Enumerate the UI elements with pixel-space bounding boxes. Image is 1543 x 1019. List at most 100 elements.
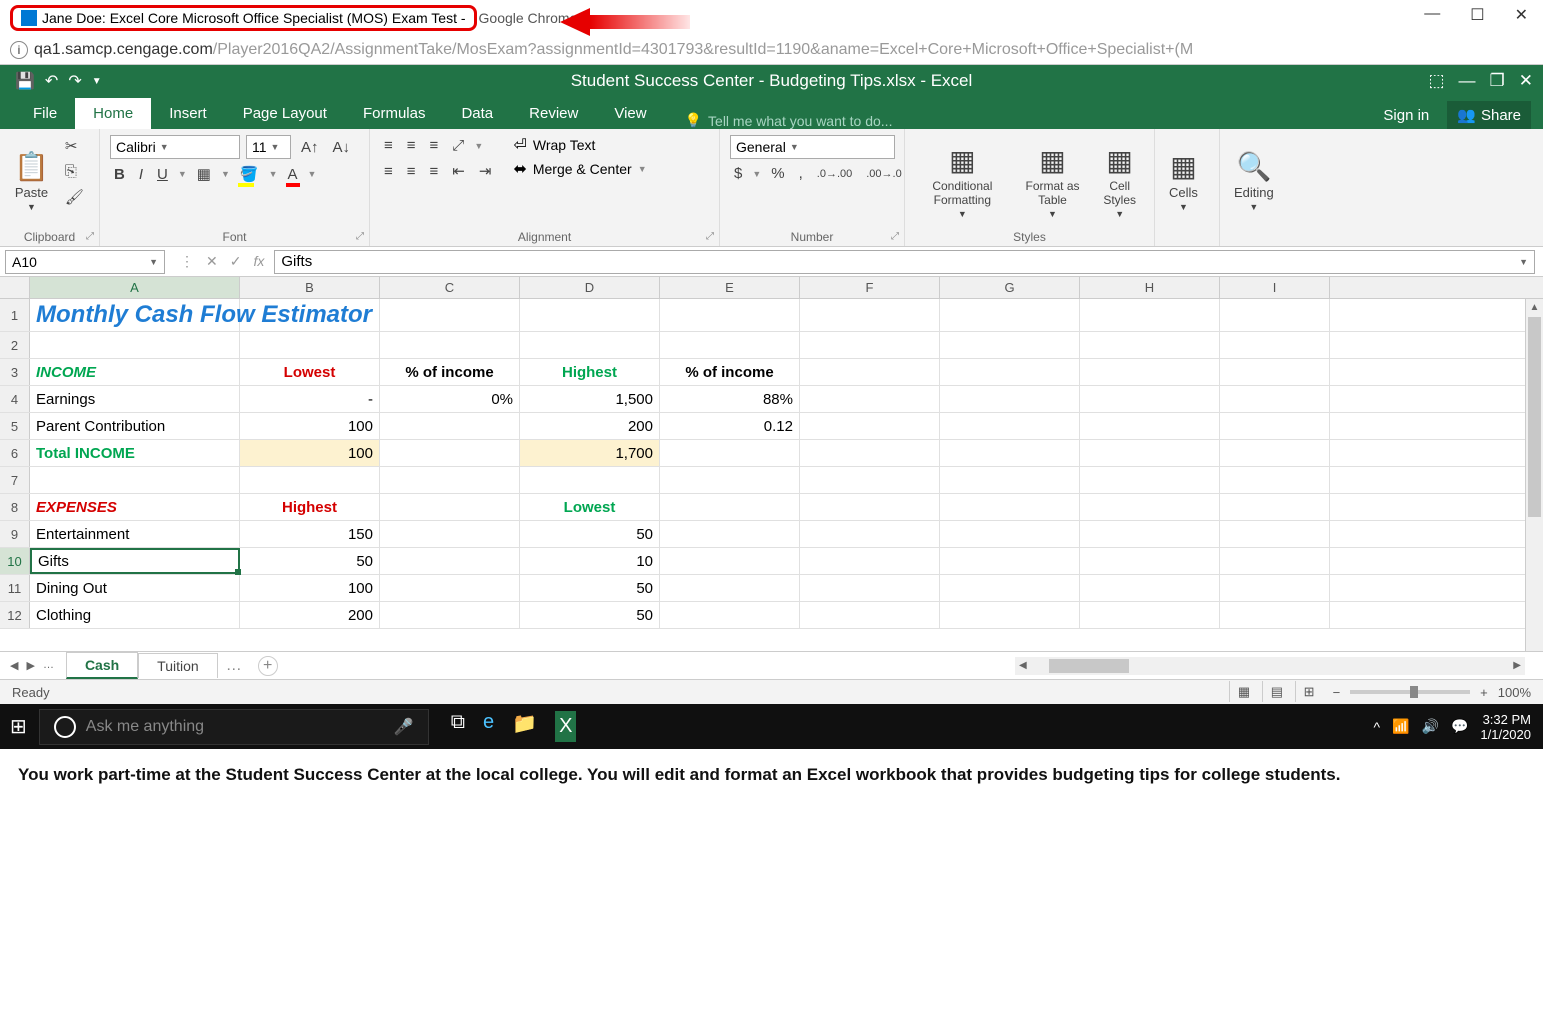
tab-file[interactable]: File (15, 98, 75, 129)
share-button[interactable]: 👥 Share (1447, 101, 1531, 129)
cell-B6[interactable]: 100 (240, 440, 380, 466)
cell-B11[interactable]: 100 (240, 575, 380, 601)
cell-A3[interactable]: INCOME (30, 359, 240, 385)
cancel-formula-icon[interactable]: ✕ (206, 253, 218, 270)
sheet-tab-cash[interactable]: Cash (66, 652, 138, 679)
cell-F5[interactable] (800, 413, 940, 439)
cell-B2[interactable] (240, 332, 380, 358)
cell-H5[interactable] (1080, 413, 1220, 439)
italic-button[interactable]: I (135, 164, 147, 185)
row-header-1[interactable]: 1 (0, 299, 30, 331)
cell-E4[interactable]: 88% (660, 386, 800, 412)
paste-button[interactable]: 📋 Paste ▼ (10, 135, 53, 227)
cell-A4[interactable]: Earnings (30, 386, 240, 412)
cell-H11[interactable] (1080, 575, 1220, 601)
row-header-5[interactable]: 5 (0, 413, 30, 439)
comma-icon[interactable]: , (795, 163, 807, 184)
sheet-nav-ellipsis[interactable]: … (43, 659, 54, 672)
zoom-percent[interactable]: 100% (1498, 685, 1531, 700)
excel-close-button[interactable]: ✕ (1519, 71, 1533, 91)
enter-formula-icon[interactable]: ✓ (230, 253, 242, 270)
cell-F2[interactable] (800, 332, 940, 358)
column-header-F[interactable]: F (800, 277, 940, 298)
increase-decimal-icon[interactable]: .0→.00 (813, 166, 856, 182)
wifi-icon[interactable]: 📶 (1392, 718, 1409, 735)
cell-E6[interactable] (660, 440, 800, 466)
cell-I12[interactable] (1220, 602, 1330, 628)
tab-home[interactable]: Home (75, 98, 151, 129)
cell-F3[interactable] (800, 359, 940, 385)
page-layout-view-icon[interactable]: ▤ (1262, 681, 1291, 702)
new-sheet-button[interactable]: + (258, 656, 278, 676)
cell-C7[interactable] (380, 467, 520, 493)
cell-E10[interactable] (660, 548, 800, 574)
editing-button[interactable]: 🔍 Editing▼ (1230, 135, 1278, 227)
number-format-combo[interactable]: General▼ (730, 135, 895, 159)
font-dialog-launcher[interactable]: ⤢ (356, 231, 364, 242)
cell-A7[interactable] (30, 467, 240, 493)
formula-input[interactable]: Gifts ▼ (274, 250, 1535, 274)
select-all-corner[interactable] (0, 277, 30, 298)
fill-color-icon[interactable]: 🪣 (236, 163, 263, 185)
column-header-A[interactable]: A (30, 277, 240, 298)
align-center-icon[interactable]: ≡ (403, 161, 420, 182)
sheet-ellipsis-2[interactable]: … (226, 657, 242, 675)
row-header-7[interactable]: 7 (0, 467, 30, 493)
cell-I3[interactable] (1220, 359, 1330, 385)
cell-C2[interactable] (380, 332, 520, 358)
column-header-G[interactable]: G (940, 277, 1080, 298)
cell-I11[interactable] (1220, 575, 1330, 601)
cell-H9[interactable] (1080, 521, 1220, 547)
cell-E8[interactable] (660, 494, 800, 520)
cell-E3[interactable]: % of income (660, 359, 800, 385)
increase-font-icon[interactable]: A↑ (297, 137, 323, 158)
cell-B1[interactable] (240, 299, 380, 331)
cell-D12[interactable]: 50 (520, 602, 660, 628)
cell-B3[interactable]: Lowest (240, 359, 380, 385)
cell-A11[interactable]: Dining Out (30, 575, 240, 601)
tab-formulas[interactable]: Formulas (345, 98, 444, 129)
spreadsheet-grid[interactable]: ABCDEFGHI 1Monthly Cash Flow Estimator23… (0, 277, 1543, 651)
tab-review[interactable]: Review (511, 98, 596, 129)
hscroll-thumb[interactable] (1049, 659, 1129, 673)
cell-E5[interactable]: 0.12 (660, 413, 800, 439)
cell-H8[interactable] (1080, 494, 1220, 520)
cell-E7[interactable] (660, 467, 800, 493)
cell-G1[interactable] (940, 299, 1080, 331)
sheet-nav-next-icon[interactable]: ▶ (26, 659, 34, 672)
cell-E11[interactable] (660, 575, 800, 601)
hscroll-left-icon[interactable]: ◀ (1015, 660, 1031, 671)
row-header-4[interactable]: 4 (0, 386, 30, 412)
font-color-icon[interactable]: A (284, 164, 302, 185)
cell-F4[interactable] (800, 386, 940, 412)
tray-chevron-icon[interactable]: ^ (1374, 719, 1381, 735)
tell-me-search[interactable]: 💡 Tell me what you want to do... (685, 112, 893, 129)
cell-H3[interactable] (1080, 359, 1220, 385)
start-button[interactable]: ⊞ (10, 714, 27, 739)
horizontal-scrollbar[interactable]: ◀ ▶ (1015, 657, 1525, 675)
undo-icon[interactable]: ↶ (45, 71, 58, 91)
number-dialog-launcher[interactable]: ⤢ (891, 231, 899, 242)
cell-C5[interactable] (380, 413, 520, 439)
task-view-icon[interactable]: ⧉ (451, 711, 465, 742)
cell-C8[interactable] (380, 494, 520, 520)
site-info-icon[interactable]: i (10, 41, 28, 59)
cell-C3[interactable]: % of income (380, 359, 520, 385)
formula-expand-icon[interactable]: ▼ (1519, 257, 1528, 267)
insert-function-icon[interactable]: fx (253, 253, 264, 270)
scroll-thumb[interactable] (1528, 317, 1541, 517)
borders-icon[interactable]: ▦ (193, 163, 215, 185)
tab-page-layout[interactable]: Page Layout (225, 98, 345, 129)
cell-F1[interactable] (800, 299, 940, 331)
redo-icon[interactable]: ↷ (68, 71, 81, 91)
cell-D6[interactable]: 1,700 (520, 440, 660, 466)
row-header-12[interactable]: 12 (0, 602, 30, 628)
cell-A8[interactable]: EXPENSES (30, 494, 240, 520)
cell-I7[interactable] (1220, 467, 1330, 493)
cell-G10[interactable] (940, 548, 1080, 574)
cell-D2[interactable] (520, 332, 660, 358)
cell-H4[interactable] (1080, 386, 1220, 412)
cell-B9[interactable]: 150 (240, 521, 380, 547)
format-as-table-button[interactable]: ▦ Format as Table▼ (1018, 135, 1088, 227)
edge-icon[interactable]: e (483, 711, 494, 742)
